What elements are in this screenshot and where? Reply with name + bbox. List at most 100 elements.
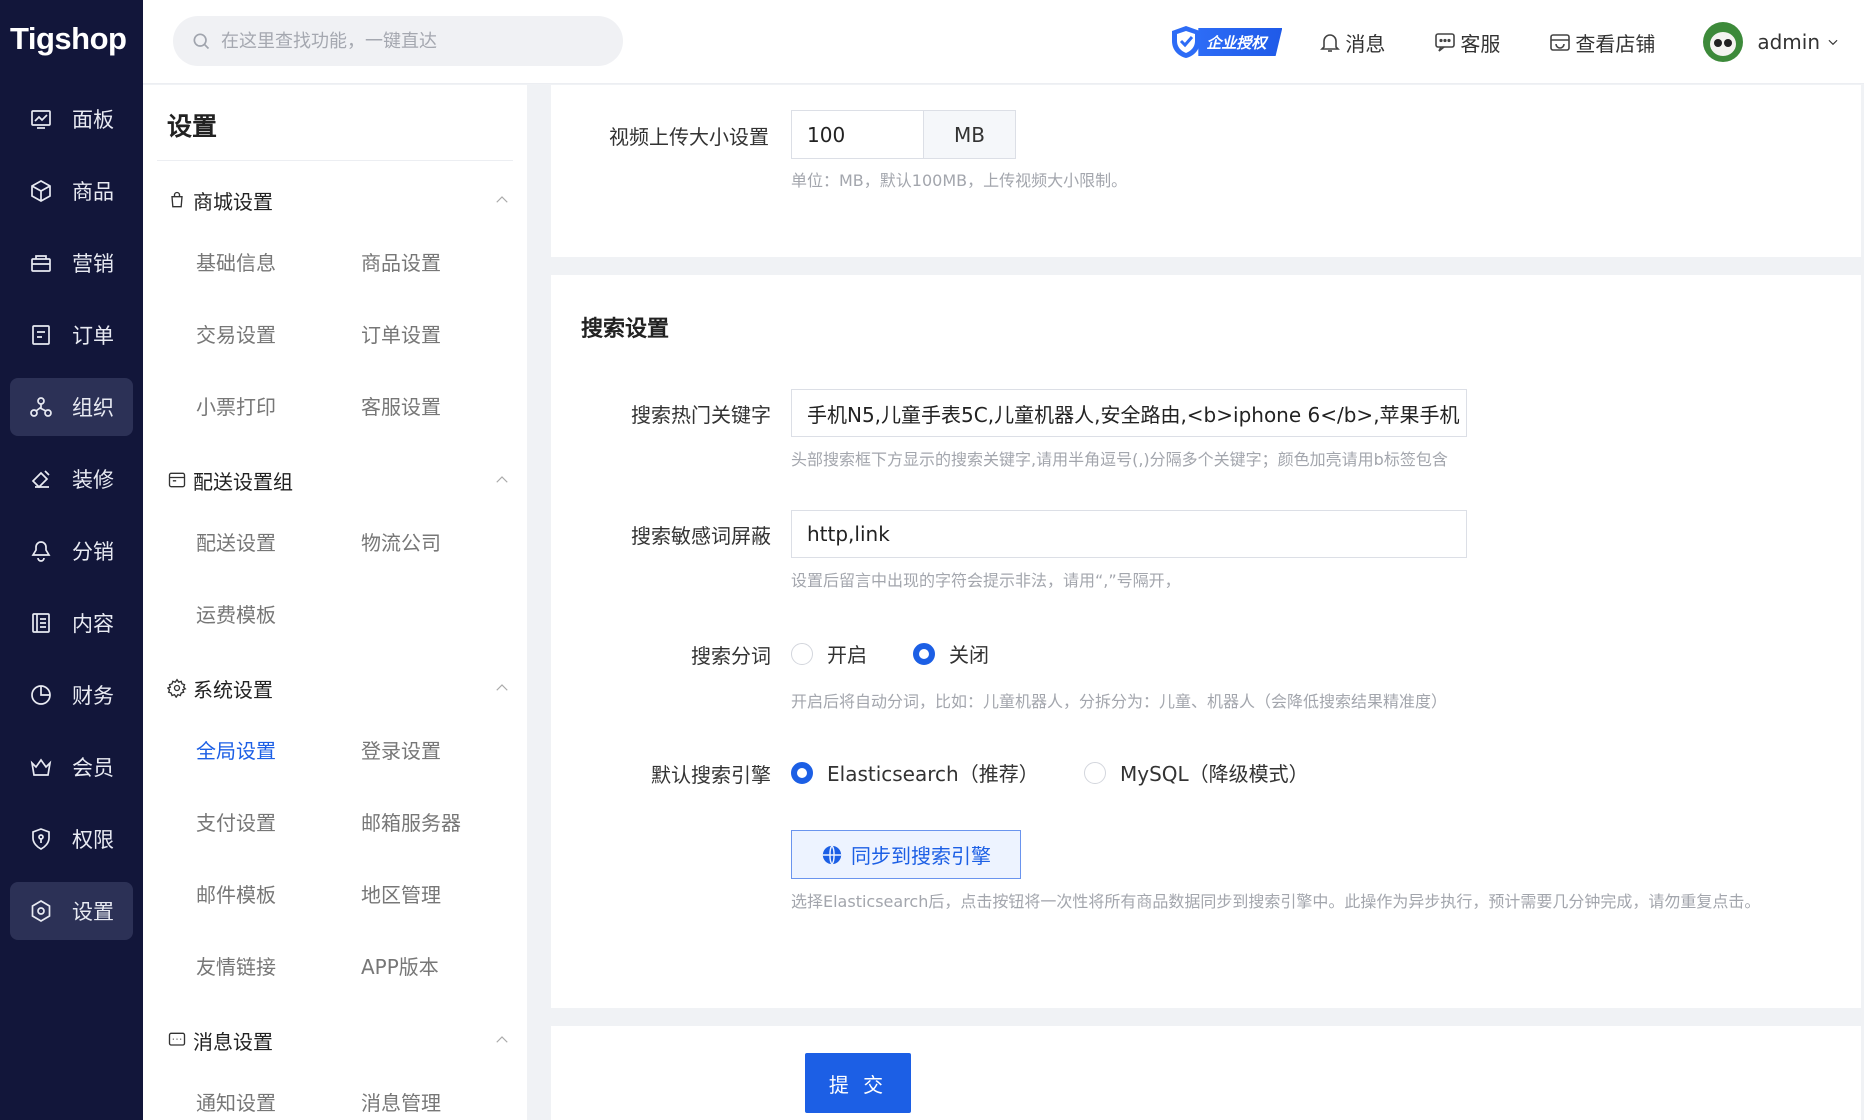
nav-label: 装修 xyxy=(72,468,114,492)
submenu-item[interactable]: 地区管理 xyxy=(361,857,526,929)
finance-icon xyxy=(28,682,54,708)
enterprise-badge[interactable]: 企业授权 xyxy=(1168,25,1283,59)
engine-label: 默认搜索引擎 xyxy=(651,763,771,787)
globe-icon xyxy=(822,844,842,865)
submenu-item-global-settings[interactable]: 全局设置 xyxy=(196,713,361,785)
submenu-item[interactable]: 登录设置 xyxy=(361,713,526,785)
group-system-settings[interactable]: 系统设置 xyxy=(143,663,527,713)
submenu-item[interactable]: 客服设置 xyxy=(361,369,526,441)
video-size-label: 视频上传大小设置 xyxy=(609,125,769,149)
hot-keywords-input[interactable]: 手机N5,儿童手表5C,儿童机器人,安全路由,<b>iphone 6</b>,苹… xyxy=(791,389,1467,437)
radio-label: 开启 xyxy=(827,643,867,667)
group-label: 商城设置 xyxy=(193,189,273,214)
submenu-item[interactable]: 消息管理 xyxy=(361,1065,526,1120)
messages-link[interactable]: 消息 xyxy=(1318,28,1385,57)
segmentation-on-radio[interactable]: 开启 xyxy=(791,639,867,668)
organization-icon xyxy=(28,394,54,420)
submenu-item[interactable]: 交易设置 xyxy=(196,297,361,369)
nav-item-permissions[interactable]: 权限 xyxy=(10,810,133,868)
chat-icon xyxy=(1435,33,1456,52)
nav-item-settings[interactable]: 设置 xyxy=(10,882,133,940)
logo: Tigshop xyxy=(10,21,127,56)
service-label: 客服 xyxy=(1460,31,1501,56)
sensitive-words-input[interactable]: http,link xyxy=(791,510,1467,558)
submit-button[interactable]: 提 交 xyxy=(805,1053,911,1113)
nav-item-organization[interactable]: 组织 xyxy=(10,378,133,436)
submenu-item[interactable]: 邮箱服务器 xyxy=(361,785,526,857)
engine-elasticsearch-radio[interactable]: Elasticsearch（推荐） xyxy=(791,758,1039,787)
group-delivery-settings[interactable]: 配送设置组 xyxy=(143,455,527,505)
group-label: 配送设置组 xyxy=(193,469,293,494)
avatar xyxy=(1703,22,1744,62)
sensitive-words-label: 搜索敏感词屏蔽 xyxy=(631,524,771,548)
permission-icon xyxy=(28,826,54,852)
submenu-item[interactable]: 小票打印 xyxy=(196,369,361,441)
nav-label: 营销 xyxy=(72,252,114,276)
submenu-title: 设置 xyxy=(157,85,513,161)
submenu-item[interactable]: 商品设置 xyxy=(361,225,526,297)
nav-item-orders[interactable]: 订单 xyxy=(10,306,133,364)
main-nav: 面板 商品 营销 订单 组织 装修 分销 内容 财务 会员 权限 设置 xyxy=(0,78,143,940)
video-size-input[interactable]: 100 xyxy=(791,110,924,159)
group-label: 系统设置 xyxy=(193,677,273,702)
nav-item-marketing[interactable]: 营销 xyxy=(10,234,133,292)
nav-item-decorate[interactable]: 装修 xyxy=(10,450,133,508)
submenu-item[interactable]: 通知设置 xyxy=(196,1065,361,1120)
search-input[interactable] xyxy=(221,30,601,52)
group-label: 消息设置 xyxy=(193,1029,273,1054)
submenu-item[interactable]: APP版本 xyxy=(361,929,526,1001)
nav-item-finance[interactable]: 财务 xyxy=(10,666,133,724)
submenu-item[interactable]: 支付设置 xyxy=(196,785,361,857)
bell-icon xyxy=(1320,34,1341,52)
segmentation-off-radio[interactable]: 关闭 xyxy=(913,639,989,668)
chevron-up-icon xyxy=(496,196,508,203)
submit-bar: 提 交 xyxy=(551,1026,1861,1120)
submenu-item[interactable]: 友情链接 xyxy=(196,929,361,1001)
group-mall-settings[interactable]: 商城设置 xyxy=(143,175,527,225)
view-store-link[interactable]: 查看店铺 xyxy=(1548,28,1655,57)
submenu-item[interactable]: 邮件模板 xyxy=(196,857,361,929)
nav-label: 会员 xyxy=(72,756,114,780)
decorate-icon xyxy=(28,466,54,492)
nav-label: 商品 xyxy=(72,180,114,204)
nav-item-dashboard[interactable]: 面板 xyxy=(10,90,133,148)
user-menu[interactable]: admin xyxy=(1703,22,1840,62)
submenu-item[interactable]: 订单设置 xyxy=(361,297,526,369)
chevron-up-icon xyxy=(496,1036,508,1043)
messages-label: 消息 xyxy=(1345,31,1386,56)
main-sidebar: Tigshop 面板 商品 营销 订单 组织 装修 分销 内容 财务 会员 权限… xyxy=(0,0,143,1120)
group-items: 全局设置 登录设置 支付设置 邮箱服务器 邮件模板 地区管理 友情链接 APP版… xyxy=(143,713,527,1001)
sync-search-engine-button[interactable]: 同步到搜索引擎 xyxy=(791,830,1021,879)
segmentation-help: 开启后将自动分词，比如：儿童机器人，分拆分为：儿童、机器人（会降低搜索结果精准度… xyxy=(791,692,1448,711)
group-message-settings[interactable]: 消息设置 xyxy=(143,1015,527,1065)
chevron-up-icon xyxy=(496,684,508,691)
submenu-item[interactable]: 运费模板 xyxy=(196,577,361,649)
marketing-icon xyxy=(28,250,54,276)
nav-item-content[interactable]: 内容 xyxy=(10,594,133,652)
system-gear-icon xyxy=(167,678,187,698)
video-size-unit: MB xyxy=(923,110,1016,159)
nav-item-products[interactable]: 商品 xyxy=(10,162,133,220)
nav-label: 内容 xyxy=(72,612,114,636)
chevron-up-icon xyxy=(496,476,508,483)
nav-label: 财务 xyxy=(72,684,114,708)
engine-mysql-radio[interactable]: MySQL（降级模式） xyxy=(1084,758,1309,787)
video-size-help: 单位：MB，默认100MB，上传视频大小限制。 xyxy=(791,171,1128,190)
radio-label: MySQL（降级模式） xyxy=(1120,762,1309,786)
submenu-item[interactable]: 基础信息 xyxy=(196,225,361,297)
radio-circle-selected xyxy=(913,642,935,665)
nav-label: 分销 xyxy=(72,540,114,564)
submenu-item[interactable]: 配送设置 xyxy=(196,505,361,577)
nav-label: 面板 xyxy=(72,108,114,132)
nav-item-members[interactable]: 会员 xyxy=(10,738,133,796)
nav-label: 权限 xyxy=(72,828,114,852)
header-actions: 企业授权 消息 客服 查看店铺 admin xyxy=(1168,0,1864,84)
message-icon xyxy=(168,1032,186,1046)
submenu-item[interactable]: 物流公司 xyxy=(361,505,526,577)
hot-keywords-label: 搜索热门关键字 xyxy=(631,403,771,427)
global-search[interactable] xyxy=(173,16,623,66)
service-link[interactable]: 客服 xyxy=(1433,28,1500,57)
store-icon xyxy=(1550,34,1571,51)
chevron-down-icon xyxy=(1828,39,1838,46)
nav-item-distribution[interactable]: 分销 xyxy=(10,522,133,580)
